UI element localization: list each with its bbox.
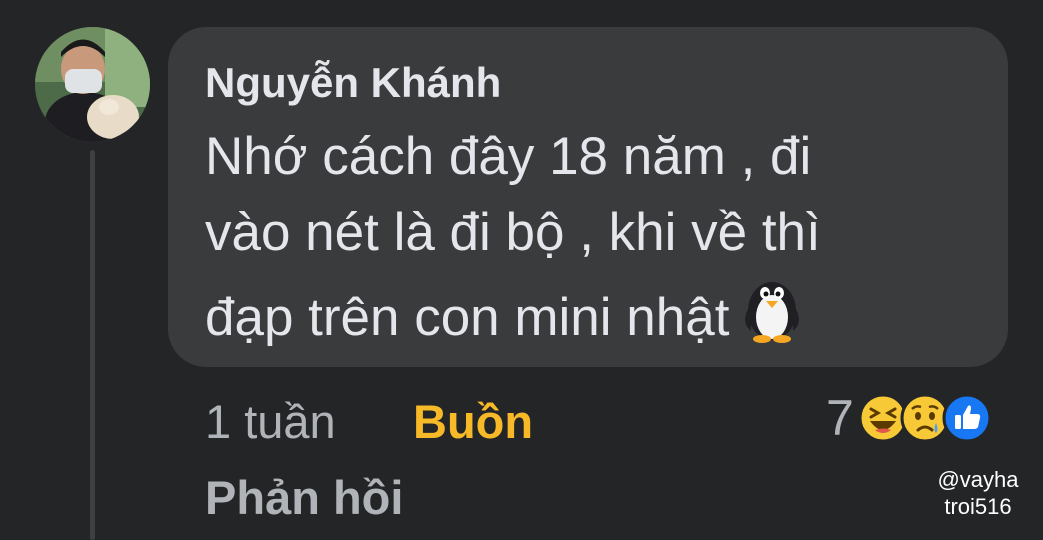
penguin-icon xyxy=(745,282,800,343)
comment-time[interactable]: 1 tuần xyxy=(205,392,336,452)
comment-author[interactable]: Nguyễn Khánh xyxy=(205,55,978,111)
reaction-count: 7 xyxy=(826,390,854,446)
comment-bubble: Nguyễn Khánh Nhớ cách đây 18 năm , đi và… xyxy=(168,27,1008,367)
thread-line xyxy=(90,150,95,540)
comment-line-with-emoji: đạp trên con mini nhật xyxy=(205,271,978,356)
comment-line: vào nét là đi bộ , khi về thì xyxy=(205,203,821,262)
time-label[interactable]: 1 tuần xyxy=(205,395,336,448)
avatar-photo xyxy=(35,27,150,142)
reaction-button[interactable]: Buồn xyxy=(413,392,533,452)
reaction-summary[interactable]: 7 xyxy=(826,388,992,448)
comment-text: Nhớ cách đây 18 năm , đi vào nét là đi b… xyxy=(205,119,978,356)
avatar[interactable] xyxy=(35,27,150,142)
watermark-line: troi516 xyxy=(944,494,1012,519)
comment-line: đạp trên con mini nhật xyxy=(205,288,730,347)
like-icon xyxy=(942,393,992,443)
watermark: @vayha troi516 xyxy=(920,466,1036,520)
reply-button[interactable]: Phản hồi xyxy=(205,468,403,528)
comment-thread: Nguyễn Khánh Nhớ cách đây 18 năm , đi và… xyxy=(0,0,1043,540)
comment-line: Nhớ cách đây 18 năm , đi xyxy=(205,127,812,186)
watermark-line: @vayha xyxy=(937,467,1019,492)
